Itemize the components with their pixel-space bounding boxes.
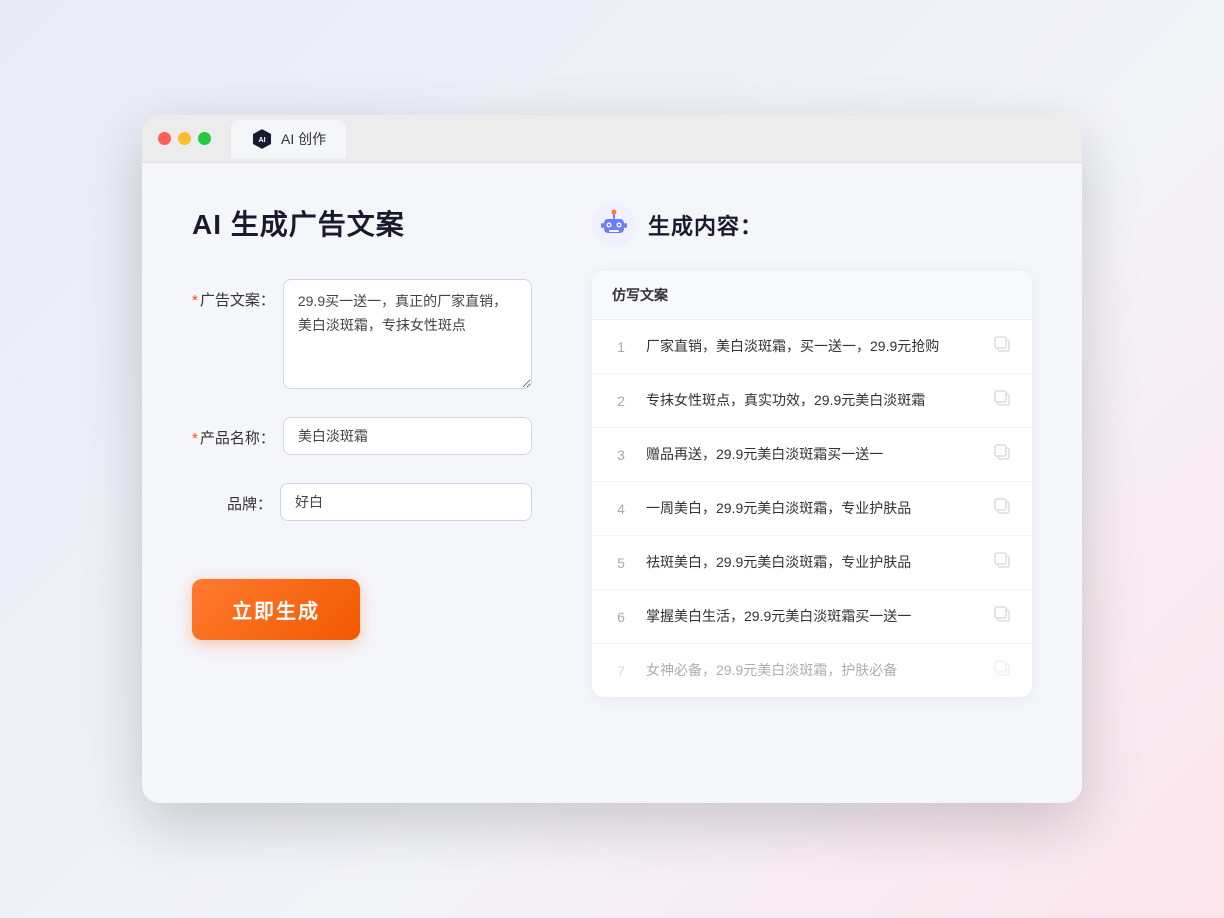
result-item: 3 赠品再送，29.9元美白淡斑霜买一送一 (592, 428, 1032, 482)
result-item: 4 一周美白，29.9元美白淡斑霜，专业护肤品 (592, 482, 1032, 536)
title-bar: AI AI 创作 (142, 115, 1082, 163)
result-header: 生成内容： (592, 203, 1032, 247)
ai-tab-icon: AI (251, 128, 273, 150)
result-text: 一周美白，29.9元美白淡斑霜，专业护肤品 (646, 498, 976, 519)
required-star-product: * (192, 430, 198, 447)
required-star-ad: * (192, 292, 198, 309)
result-text: 厂家直销，美白淡斑霜，买一送一，29.9元抢购 (646, 336, 976, 357)
result-text: 赠品再送，29.9元美白淡斑霜买一送一 (646, 444, 976, 465)
copy-button[interactable] (992, 388, 1012, 413)
ad-copy-label: *广告文案： (192, 279, 275, 310)
product-name-input[interactable] (283, 417, 532, 455)
traffic-lights (158, 132, 211, 145)
ad-copy-input[interactable]: 29.9买一送一，真正的厂家直销，美白淡斑霜，专抹女性斑点 (283, 279, 532, 389)
result-number: 5 (612, 555, 630, 571)
close-button[interactable] (158, 132, 171, 145)
maximize-button[interactable] (198, 132, 211, 145)
result-text: 祛斑美白，29.9元美白淡斑霜，专业护肤品 (646, 552, 976, 573)
product-name-label: *产品名称： (192, 417, 275, 448)
browser-window: AI AI 创作 AI 生成广告文案 *广告文案： 29.9买一送一，真正的厂家… (142, 115, 1082, 803)
result-text: 掌握美白生活，29.9元美白淡斑霜买一送一 (646, 606, 976, 627)
result-number: 4 (612, 501, 630, 517)
tab-label: AI 创作 (281, 129, 326, 149)
copy-button[interactable] (992, 442, 1012, 467)
result-number: 3 (612, 447, 630, 463)
generate-button[interactable]: 立即生成 (192, 579, 360, 640)
result-item: 1 厂家直销，美白淡斑霜，买一送一，29.9元抢购 (592, 320, 1032, 374)
result-item: 6 掌握美白生活，29.9元美白淡斑霜买一送一 (592, 590, 1032, 644)
copy-button[interactable] (992, 334, 1012, 359)
tab-ai-creation[interactable]: AI AI 创作 (231, 120, 346, 158)
result-item: 2 专抹女性斑点，真实功效，29.9元美白淡斑霜 (592, 374, 1032, 428)
ad-copy-group: *广告文案： 29.9买一送一，真正的厂家直销，美白淡斑霜，专抹女性斑点 (192, 279, 532, 389)
copy-button[interactable] (992, 658, 1012, 683)
result-column-header: 仿写文案 (592, 271, 1032, 320)
brand-label: 品牌： (192, 483, 272, 514)
result-number: 1 (612, 339, 630, 355)
result-box: 仿写文案 1 厂家直销，美白淡斑霜，买一送一，29.9元抢购 2 专抹女性斑点，真实… (592, 271, 1032, 697)
page-title: AI 生成广告文案 (192, 203, 532, 243)
brand-group: 品牌： (192, 483, 532, 521)
result-item: 7 女神必备，29.9元美白淡斑霜，护肤必备 (592, 644, 1032, 697)
right-panel: 生成内容： 仿写文案 1 厂家直销，美白淡斑霜，买一送一，29.9元抢购 2 专抹女… (592, 203, 1032, 763)
result-item: 5 祛斑美白，29.9元美白淡斑霜，专业护肤品 (592, 536, 1032, 590)
result-number: 2 (612, 393, 630, 409)
result-list: 1 厂家直销，美白淡斑霜，买一送一，29.9元抢购 2 专抹女性斑点，真实功效，29… (592, 320, 1032, 697)
left-panel: AI 生成广告文案 *广告文案： 29.9买一送一，真正的厂家直销，美白淡斑霜，… (192, 203, 532, 763)
result-title: 生成内容： (648, 209, 763, 241)
result-number: 7 (612, 663, 630, 679)
minimize-button[interactable] (178, 132, 191, 145)
brand-input[interactable] (280, 483, 532, 521)
copy-button[interactable] (992, 604, 1012, 629)
copy-button[interactable] (992, 496, 1012, 521)
copy-button[interactable] (992, 550, 1012, 575)
robot-icon (592, 203, 636, 247)
product-name-group: *产品名称： (192, 417, 532, 455)
svg-text:AI: AI (258, 137, 265, 144)
content-area: AI 生成广告文案 *广告文案： 29.9买一送一，真正的厂家直销，美白淡斑霜，… (142, 163, 1082, 803)
result-text: 专抹女性斑点，真实功效，29.9元美白淡斑霜 (646, 390, 976, 411)
result-number: 6 (612, 609, 630, 625)
result-text: 女神必备，29.9元美白淡斑霜，护肤必备 (646, 660, 976, 681)
